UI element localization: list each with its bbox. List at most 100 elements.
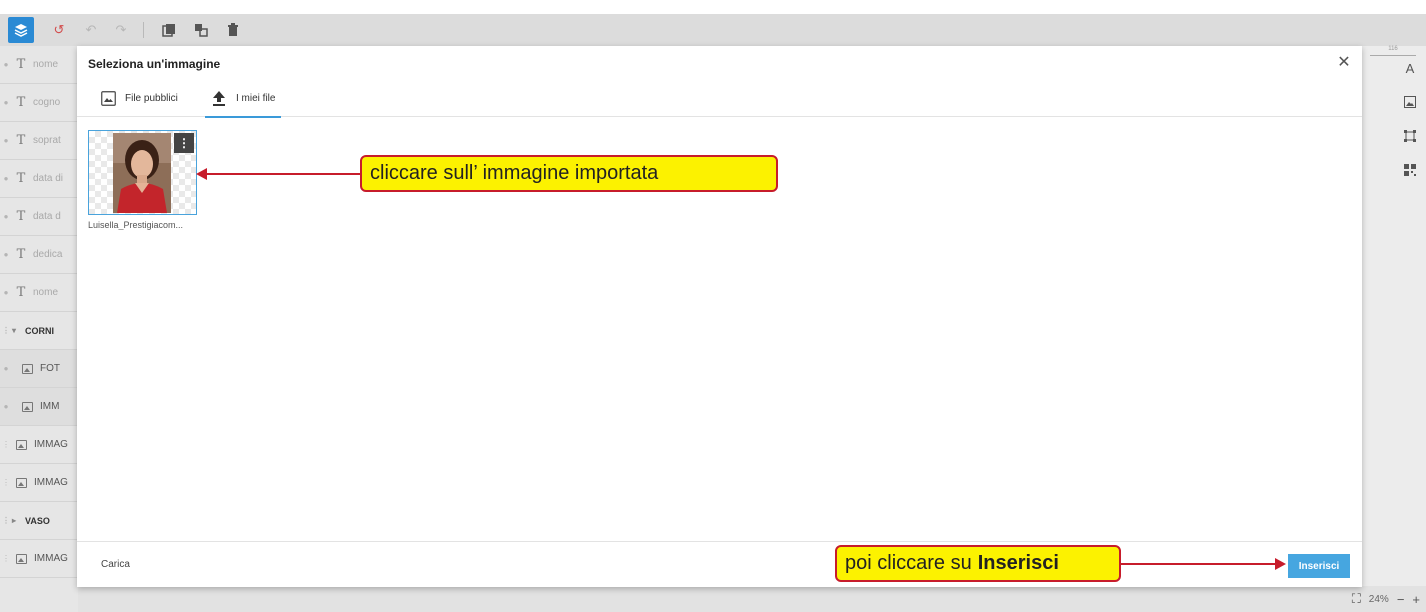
drag-handle-icon[interactable]: ⋮ [0, 516, 12, 525]
layer-item[interactable]: ● T cogno [0, 84, 78, 122]
zoom-out-icon[interactable]: − [1397, 592, 1405, 607]
arrow-line [1121, 563, 1276, 565]
collapse-icon[interactable]: ▾ [12, 326, 22, 335]
portrait-photo [113, 133, 171, 213]
layer-label: IMMAG [34, 553, 68, 564]
drag-handle-icon[interactable]: ⋮ [0, 326, 12, 335]
layer-item[interactable]: ● T data di [0, 160, 78, 198]
layer-group-item[interactable]: ⋮ ▸ VASO [0, 502, 78, 540]
layer-label: IMM [40, 401, 60, 412]
status-bar: ⛶ 24% − + [78, 586, 1426, 612]
history-icon[interactable]: ↺ [46, 17, 72, 43]
dialog-tabs: File pubblici I miei file [77, 79, 1362, 118]
insert-button[interactable]: Inserisci [1288, 554, 1350, 578]
text-layer-icon: T [16, 171, 26, 186]
drag-handle-icon[interactable]: ⋮ [0, 440, 12, 449]
layer-label: nome [33, 59, 59, 70]
layer-label: nome [33, 287, 59, 298]
window-top-strip [0, 0, 1426, 14]
layer-item[interactable]: ● T dedica [0, 236, 78, 274]
layer-item[interactable]: ● IMM [0, 388, 78, 426]
image-layer-icon [22, 363, 33, 374]
trash-icon[interactable] [220, 17, 246, 43]
redo-icon[interactable]: ↷ [108, 17, 134, 43]
text-layer-icon: T [16, 95, 26, 110]
drag-handle-icon[interactable]: ● [0, 98, 12, 107]
zoom-level: 24% [1368, 593, 1389, 605]
layer-label: IMMAG [34, 477, 68, 488]
text-layer-icon: T [16, 285, 26, 300]
drag-handle-icon[interactable]: ● [0, 288, 12, 297]
callout-text-bold: Inserisci [977, 552, 1059, 574]
layer-group-item[interactable]: ⋮ ▾ CORNI [0, 312, 78, 350]
upload-icon [211, 90, 227, 106]
layer-label: VASO [25, 515, 50, 526]
tab-my-files[interactable]: I miei file [205, 79, 282, 118]
layers-panel: ● T nome ● T cogno ● T soprat ● T data d… [0, 46, 78, 612]
drag-handle-icon[interactable]: ● [0, 250, 12, 259]
toolbar-divider [143, 22, 144, 38]
layer-label: CORNI [25, 325, 54, 336]
qr-code-icon[interactable] [1400, 160, 1420, 180]
layer-label: data di [33, 173, 64, 184]
arrow-line [206, 173, 360, 175]
zoom-in-icon[interactable]: + [1412, 592, 1420, 607]
drag-handle-icon[interactable]: ● [0, 60, 12, 69]
layer-label: data d [33, 211, 61, 222]
expand-icon[interactable]: ▸ [12, 516, 22, 525]
layer-label: dedica [33, 249, 63, 260]
ruler: 116 [1370, 46, 1416, 56]
upload-button[interactable]: Carica [101, 559, 130, 570]
layer-label: FOT [40, 363, 60, 374]
undo-icon[interactable]: ↶ [78, 17, 104, 43]
fit-screen-icon[interactable]: ⛶ [1352, 591, 1361, 607]
layer-label: cogno [33, 97, 61, 108]
callout-text: cliccare sull’ immagine importata [370, 162, 659, 184]
zoom-controls: ⛶ 24% − + [1352, 586, 1426, 612]
image-layer-icon [22, 401, 33, 412]
tab-label: File pubblici [125, 92, 178, 104]
duplicate-icon[interactable] [156, 17, 182, 43]
select-image-dialog: Seleziona un'immagine ✕ File pubblici I … [77, 46, 1362, 587]
text-layer-icon: T [16, 209, 26, 224]
text-layer-icon: T [16, 247, 26, 262]
callout-select-image: cliccare sull’ immagine importata [360, 155, 778, 192]
layer-item[interactable]: ⋮ IMMAG [0, 464, 78, 502]
tab-public-files[interactable]: File pubblici [100, 79, 178, 117]
drag-handle-icon[interactable]: ● [0, 136, 12, 145]
layer-item[interactable]: ⋮ IMMAG [0, 426, 78, 464]
right-tools-panel: 116 A [1362, 46, 1426, 586]
close-icon[interactable]: ✕ [1334, 52, 1354, 72]
arrow-head [1275, 558, 1286, 570]
dialog-title: Seleziona un'immagine [88, 57, 221, 71]
callout-text: poi cliccare su [845, 552, 972, 574]
more-options-icon[interactable]: ⋮ [174, 133, 194, 153]
drag-handle-icon[interactable]: ● [0, 174, 12, 183]
layer-label: soprat [33, 135, 61, 146]
drag-handle-icon[interactable]: ● [0, 364, 12, 373]
drag-handle-icon[interactable]: ● [0, 402, 12, 411]
editor-toolbar: ↺ ↶ ↷ [0, 14, 1426, 46]
image-icon [100, 90, 116, 106]
layer-item[interactable]: ● T nome [0, 274, 78, 312]
text-layer-icon: T [16, 57, 26, 72]
layer-item[interactable]: ● T data d [0, 198, 78, 236]
file-thumbnail[interactable]: ⋮ [88, 130, 197, 215]
drag-handle-icon[interactable]: ⋮ [0, 554, 12, 563]
image-icon[interactable] [1400, 92, 1420, 112]
file-name: Luisella_Prestigiacom... [88, 220, 184, 230]
layer-item[interactable]: ● T soprat [0, 122, 78, 160]
layer-item[interactable]: ● T nome [0, 46, 78, 84]
layer-item[interactable]: ⋮ IMMAG [0, 540, 78, 578]
callout-insert: poi cliccare su Inserisci [835, 545, 1121, 582]
drag-handle-icon[interactable]: ⋮ [0, 478, 12, 487]
image-layer-icon [16, 553, 27, 564]
shape-icon[interactable] [1400, 126, 1420, 146]
layer-item[interactable]: ● FOT [0, 350, 78, 388]
group-icon[interactable] [188, 17, 214, 43]
layer-label: IMMAG [34, 439, 68, 450]
image-layer-icon [16, 477, 27, 488]
layers-icon[interactable] [8, 17, 34, 43]
text-icon[interactable]: A [1400, 58, 1420, 78]
drag-handle-icon[interactable]: ● [0, 212, 12, 221]
